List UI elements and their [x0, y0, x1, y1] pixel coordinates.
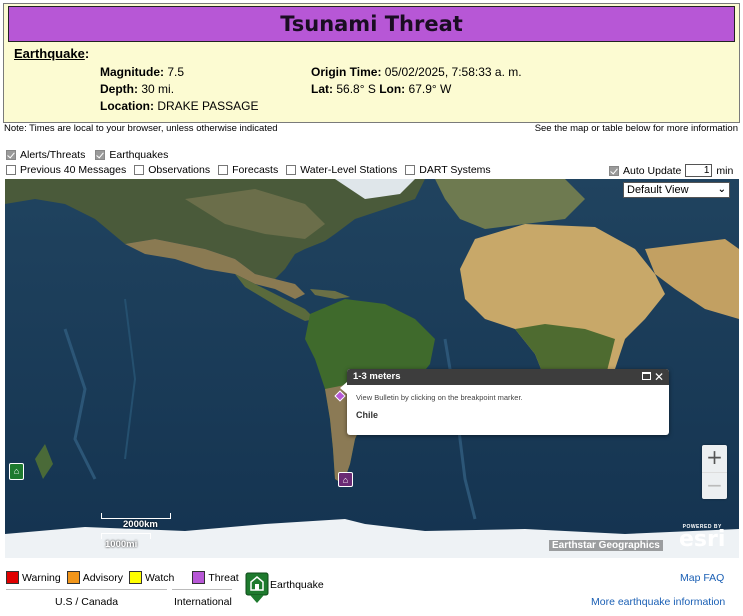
earthquake-marker-icon[interactable]: ⌂	[338, 472, 353, 487]
maximize-icon[interactable]	[642, 372, 651, 380]
threat-swatch	[192, 571, 206, 584]
earthquakes-toggle[interactable]: Earthquakes	[95, 149, 168, 161]
location-value: DRAKE PASSAGE	[157, 99, 259, 113]
previous-messages-label: Previous 40 Messages	[20, 164, 127, 176]
dart-checkbox[interactable]	[405, 165, 416, 175]
auto-update-interval-input[interactable]: 1	[685, 164, 713, 177]
earthquake-heading: Earthquake:	[14, 46, 90, 61]
magnitude-value: 7.5	[167, 65, 185, 79]
dart-toggle[interactable]: DART Systems	[405, 164, 491, 176]
depth-value: 30 mi.	[141, 82, 175, 96]
satellite-map[interactable]: Default View ⌄ ⌂ ⌂ 1-3 meters ✕ View Bul…	[5, 179, 739, 558]
water-level-checkbox[interactable]	[286, 165, 297, 175]
warning-label: Warning	[22, 571, 61, 584]
observations-checkbox[interactable]	[134, 165, 145, 175]
popup-title: 1-3 meters	[353, 371, 401, 382]
watch-swatch	[128, 571, 142, 584]
threat-label: Threat	[208, 571, 239, 584]
earthquake-legend-label: Earthquake	[270, 579, 324, 591]
advisory-label: Advisory	[82, 571, 123, 584]
popup-place: Chile	[356, 410, 379, 420]
earthquake-legend-icon	[245, 572, 269, 607]
more-earthquake-info-link[interactable]: More earthquake information	[591, 596, 725, 608]
origin-time-label: Origin Time:	[311, 65, 382, 79]
forecasts-label: Forecasts	[232, 164, 279, 176]
page-title: Tsunami Threat	[8, 6, 735, 42]
auto-update-control: Auto Update 1 min	[609, 164, 733, 177]
legend-threat: Threat	[192, 571, 239, 584]
observations-label: Observations	[148, 164, 211, 176]
water-level-label: Water-Level Stations	[300, 164, 398, 176]
map-attribution: Earthstar Geographics	[549, 540, 663, 551]
alerts-threats-checkbox[interactable]	[6, 150, 16, 160]
esri-logo[interactable]: POWERED BY esri	[679, 524, 726, 552]
warning-swatch	[6, 571, 19, 584]
alerts-threats-toggle[interactable]: Alerts/Threats	[6, 149, 85, 161]
more-info-note: See the map or table below for more info…	[534, 123, 738, 134]
lat-value: 56.8° S	[336, 82, 376, 96]
map-view-value: Default View	[627, 184, 689, 196]
origin-time-value: 05/02/2025, 7:58:33 a. m.	[384, 65, 522, 79]
zoom-out-button[interactable]: −	[702, 472, 727, 499]
earthquakes-label: Earthquakes	[109, 149, 169, 161]
observations-toggle[interactable]: Observations	[134, 164, 210, 176]
esri-wordmark: esri	[679, 527, 726, 552]
legend: Warning Advisory Watch Threat	[6, 571, 241, 584]
advisory-swatch	[66, 571, 80, 584]
auto-update-unit: min	[716, 164, 734, 177]
threat-summary-panel: Tsunami Threat Earthquake: Magnitude: 7.…	[3, 3, 740, 123]
popup-pointer	[340, 382, 347, 394]
zoom-control: + −	[702, 445, 727, 499]
lat-label: Lat:	[311, 82, 333, 96]
previous-messages-checkbox[interactable]	[6, 165, 16, 175]
lon-label: Lon:	[379, 82, 406, 96]
forecasts-toggle[interactable]: Forecasts	[218, 164, 278, 176]
legend-watch: Watch	[128, 571, 175, 584]
earthquake-heading-link[interactable]: Earthquake	[14, 46, 85, 61]
dart-label: DART Systems	[419, 164, 491, 176]
magnitude-row: Magnitude: 7.5	[100, 65, 184, 79]
watch-label: Watch	[144, 571, 175, 584]
earthquake-marker-icon[interactable]: ⌂	[9, 463, 24, 480]
layer-toggles-primary: Alerts/Threats Earthquakes	[6, 149, 168, 161]
zoom-in-button[interactable]: +	[702, 445, 727, 472]
depth-row: Depth: 30 mi.	[100, 82, 174, 96]
auto-update-checkbox[interactable]	[609, 165, 619, 176]
forecast-popup: 1-3 meters ✕ View Bulletin by clicking o…	[340, 369, 669, 435]
map-view-select[interactable]: Default View ⌄	[623, 182, 730, 198]
popup-instructions: View Bulletin by clicking on the breakpo…	[356, 393, 523, 402]
depth-label: Depth:	[100, 82, 138, 96]
legend-warning: Warning	[6, 571, 61, 584]
location-row: Location: DRAKE PASSAGE	[100, 99, 259, 113]
magnitude-label: Magnitude:	[100, 65, 164, 79]
alerts-threats-label: Alerts/Threats	[20, 149, 86, 161]
location-label: Location:	[100, 99, 154, 113]
popup-header: 1-3 meters ✕	[347, 369, 669, 385]
scale-mi-label: 1000mi	[105, 539, 138, 550]
origin-time-row: Origin Time: 05/02/2025, 7:58:33 a. m.	[311, 65, 522, 79]
scale-km-label: 2000km	[123, 519, 158, 530]
close-icon[interactable]: ✕	[654, 369, 664, 385]
earthquakes-checkbox[interactable]	[95, 150, 106, 160]
us-canada-caption: U.S / Canada	[55, 596, 119, 608]
time-note: Note: Times are local to your browser, u…	[4, 123, 278, 134]
coordinates-row: Lat: 56.8° S Lon: 67.9° W	[311, 82, 451, 96]
legend-divider-us	[6, 589, 167, 590]
layer-toggles-secondary: Previous 40 Messages Observations Foreca…	[6, 164, 491, 176]
lon-value: 67.9° W	[408, 82, 452, 96]
auto-update-label: Auto Update	[623, 164, 682, 177]
chevron-down-icon: ⌄	[717, 184, 726, 195]
map-faq-link[interactable]: Map FAQ	[680, 572, 724, 584]
legend-advisory: Advisory	[66, 571, 123, 584]
forecasts-checkbox[interactable]	[218, 165, 229, 175]
legend-divider-intl	[172, 589, 232, 590]
previous-messages-toggle[interactable]: Previous 40 Messages	[6, 164, 126, 176]
water-level-toggle[interactable]: Water-Level Stations	[286, 164, 397, 176]
international-caption: International	[174, 596, 232, 608]
